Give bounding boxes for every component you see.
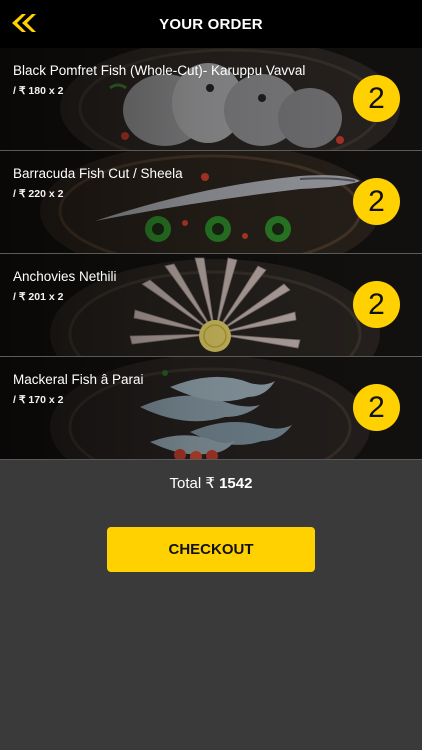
- item-price: / ₹ 170 x 2: [13, 394, 64, 406]
- order-item[interactable]: Mackeral Fish â Parai / ₹ 170 x 2 2: [0, 357, 422, 460]
- quantity-badge[interactable]: 2: [353, 384, 400, 431]
- item-price: / ₹ 180 x 2: [13, 85, 64, 97]
- quantity-badge[interactable]: 2: [353, 281, 400, 328]
- total-label: Total ₹: [169, 475, 215, 492]
- item-price: / ₹ 220 x 2: [13, 188, 64, 200]
- order-item[interactable]: Barracuda Fish Cut / Sheela / ₹ 220 x 2 …: [0, 151, 422, 254]
- item-name: Black Pomfret Fish (Whole-Cut)- Karuppu …: [13, 63, 306, 78]
- quantity-badge[interactable]: 2: [353, 75, 400, 122]
- item-name: Anchovies Nethili: [13, 269, 117, 284]
- page-title: YOUR ORDER: [159, 15, 263, 33]
- order-item[interactable]: Anchovies Nethili / ₹ 201 x 2 2: [0, 254, 422, 357]
- checkout-button[interactable]: CHECKOUT: [107, 527, 315, 572]
- order-item[interactable]: Black Pomfret Fish (Whole-Cut)- Karuppu …: [0, 48, 422, 151]
- back-button[interactable]: [8, 10, 38, 36]
- total-amount: 1542: [219, 475, 253, 492]
- header-bar: YOUR ORDER: [0, 0, 422, 48]
- order-total: Total ₹ 1542: [0, 474, 422, 492]
- quantity-badge[interactable]: 2: [353, 178, 400, 225]
- order-list: Black Pomfret Fish (Whole-Cut)- Karuppu …: [0, 48, 422, 460]
- item-name: Barracuda Fish Cut / Sheela: [13, 166, 183, 181]
- item-name: Mackeral Fish â Parai: [13, 372, 144, 387]
- double-chevron-left-icon: [12, 14, 36, 32]
- item-price: / ₹ 201 x 2: [13, 291, 64, 303]
